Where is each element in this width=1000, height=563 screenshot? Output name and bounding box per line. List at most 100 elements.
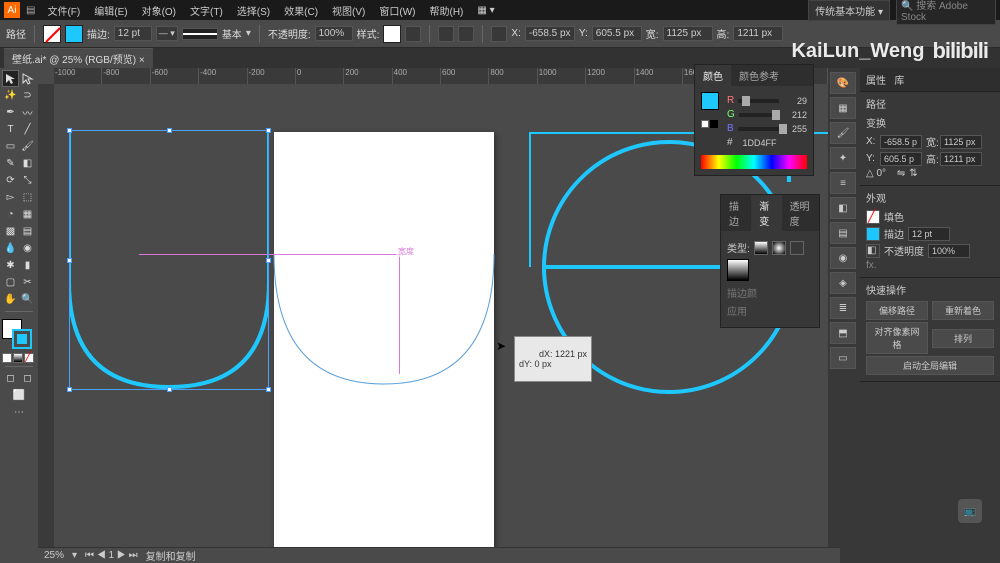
stroke-gradient-panel[interactable]: 描边 渐变 透明度 类型: 描边颜 应用 [720, 194, 820, 328]
panel-icon-symbols[interactable]: ✦ [830, 147, 856, 169]
document-tab[interactable]: 壁纸.ai* @ 25% (RGB/预览) × [4, 48, 153, 68]
quick-btn-global-edit[interactable]: 启动全局编辑 [866, 356, 994, 375]
gradient-preview-sw[interactable] [727, 259, 749, 281]
menu-help[interactable]: 帮助(H) [424, 1, 470, 20]
quick-btn-align-pixel[interactable]: 对齐像素网格 [866, 322, 928, 354]
fill-stroke-indicator[interactable] [2, 319, 34, 351]
curvature-tool[interactable]: 〰 [19, 104, 36, 121]
pen-tool[interactable]: ✒ [2, 104, 19, 121]
color-r-val[interactable]: 29 [783, 96, 807, 106]
color-tab[interactable]: 颜色 [695, 65, 731, 86]
color-hex-val[interactable]: 1DD4FF [737, 138, 777, 148]
line-tool[interactable]: ╱ [19, 121, 36, 138]
hamburger-icon[interactable]: ▤ [22, 5, 39, 16]
y-input[interactable]: 605.5 px [592, 26, 642, 41]
menu-select[interactable]: 选择(S) [231, 1, 276, 20]
screen-mode[interactable]: ⬜ [11, 387, 28, 404]
props-x-input[interactable]: -658.5 p [880, 135, 922, 149]
quick-btn-recolor[interactable]: 重新着色 [932, 301, 994, 320]
rotate-tool[interactable]: ⟳ [2, 172, 19, 189]
fill-swatch[interactable] [43, 25, 61, 43]
menu-view[interactable]: 视图(V) [326, 1, 371, 20]
rectangle-tool[interactable]: ▭ [2, 138, 19, 155]
free-transform-tool[interactable]: ⬚ [19, 189, 36, 206]
draw-behind[interactable]: ◻ [19, 370, 36, 387]
artboard-nav[interactable]: 1 [109, 550, 115, 561]
h-input[interactable]: 1211 px [733, 26, 783, 41]
color-guide-tab[interactable]: 颜色参考 [731, 65, 787, 86]
edit-toolbar[interactable]: ⋯ [11, 404, 28, 421]
color-spectrum[interactable] [701, 155, 807, 169]
panel-icon-transparency[interactable]: ▤ [830, 222, 856, 244]
gradient-tool[interactable]: ▤ [19, 223, 36, 240]
shape-builder-tool[interactable]: ◔ [2, 206, 19, 223]
menu-extra-icon[interactable]: ▦ ▾ [471, 3, 500, 18]
transparency-tab[interactable]: 透明度 [782, 195, 819, 231]
panel-icon-artboards[interactable]: ▭ [830, 347, 856, 369]
opacity-icon[interactable]: ◧ [866, 244, 880, 258]
hand-tool[interactable]: ✋ [2, 291, 19, 308]
shaper-tool[interactable]: ✎ [2, 155, 19, 172]
draw-normal[interactable]: ◻ [2, 370, 19, 387]
fill-swatch-small[interactable]: ╱ [866, 210, 880, 224]
width-tool[interactable]: ▻ [2, 189, 19, 206]
symbol-sprayer-tool[interactable]: ✱ [2, 257, 19, 274]
menu-effect[interactable]: 效果(C) [278, 1, 324, 20]
panel-icon-layers[interactable]: ≣ [830, 297, 856, 319]
color-mode-gradient[interactable] [13, 353, 23, 363]
menu-object[interactable]: 对象(O) [136, 1, 182, 20]
color-g-val[interactable]: 212 [783, 110, 807, 120]
props-stroke-w[interactable]: 12 pt [908, 227, 950, 241]
gradient-radial-icon[interactable] [772, 241, 786, 255]
paintbrush-tool[interactable]: 🖌 [19, 138, 36, 155]
scale-tool[interactable]: ⤡ [19, 172, 36, 189]
zoom-level[interactable]: 25% [44, 550, 64, 561]
color-panel[interactable]: 颜色 颜色参考 R29 G212 B255 #1DD4FF [694, 64, 814, 176]
panel-icon-asset[interactable]: ⬒ [830, 322, 856, 344]
color-mode-normal[interactable] [2, 353, 12, 363]
quick-btn-arrange[interactable]: 排列 [932, 329, 994, 348]
stroke-swatch-small[interactable] [866, 227, 880, 241]
lasso-tool[interactable]: ⊃ [19, 87, 36, 104]
eraser-tool[interactable]: ◧ [19, 155, 36, 172]
align-icon[interactable] [405, 26, 421, 42]
floating-action-icon[interactable]: 📺 [958, 499, 982, 523]
direct-selection-tool[interactable] [19, 70, 36, 87]
gradient-freeform-icon[interactable] [790, 241, 804, 255]
panel-icon-appearance[interactable]: ◉ [830, 247, 856, 269]
guide-vertical[interactable] [399, 254, 400, 374]
w-input[interactable]: 1125 px [663, 26, 713, 41]
type-tool[interactable]: T [2, 121, 19, 138]
transform-icon[interactable] [438, 26, 454, 42]
eyedropper-tool[interactable]: 💧 [2, 240, 19, 257]
workspace-dropdown[interactable]: 传统基本功能 ▾ [808, 0, 890, 21]
selection-bounds[interactable] [69, 130, 269, 390]
stroke-swatch[interactable] [65, 25, 83, 43]
color-mode-none[interactable]: ╱ [24, 353, 34, 363]
menu-type[interactable]: 文字(T) [184, 1, 229, 20]
panel-icon-color[interactable]: 🎨 [830, 72, 856, 94]
zoom-tool[interactable]: 🔍 [19, 291, 36, 308]
slice-tool[interactable]: ✂ [19, 274, 36, 291]
panel-icon-stroke[interactable]: ≡ [830, 172, 856, 194]
opacity-input[interactable]: 100% [315, 26, 353, 41]
selection-tool[interactable] [2, 70, 19, 87]
artboard-tool[interactable]: ▢ [2, 274, 19, 291]
stroke-tab[interactable]: 描边 [721, 195, 751, 231]
panel-icon-brushes[interactable]: 🖌 [830, 122, 856, 144]
quick-btn-offset[interactable]: 偏移路径 [866, 301, 928, 320]
gradient-linear-icon[interactable] [754, 241, 768, 255]
color-bw-sw[interactable] [710, 120, 718, 128]
menu-edit[interactable]: 编辑(E) [88, 1, 133, 20]
brush-preview[interactable] [182, 28, 218, 40]
props-h-input[interactable]: 1211 px [940, 152, 982, 166]
search-input[interactable]: 🔍 搜索 Adobe Stock [896, 0, 996, 25]
graphic-style-swatch[interactable] [383, 25, 401, 43]
shape-mode-icon[interactable] [458, 26, 474, 42]
magic-wand-tool[interactable]: ✨ [2, 87, 19, 104]
ruler-vertical[interactable] [38, 84, 54, 563]
panel-icon-swatches[interactable]: ▦ [830, 97, 856, 119]
panel-icon-graphic-styles[interactable]: ◈ [830, 272, 856, 294]
flip-v-icon[interactable]: ⇅ [909, 168, 917, 179]
color-none-sw[interactable] [701, 120, 709, 128]
